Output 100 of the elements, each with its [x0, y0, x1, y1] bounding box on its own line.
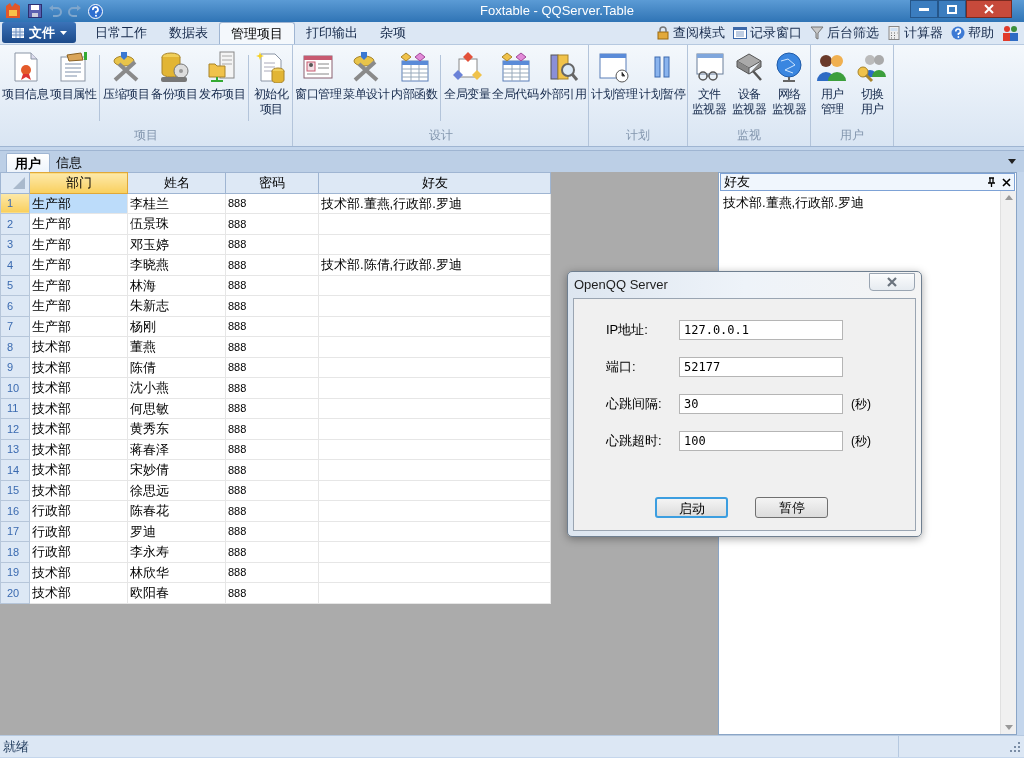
ribbon-tab[interactable]: 杂项 [369, 22, 417, 44]
row-header[interactable]: 20 [0, 582, 30, 603]
close-icon [886, 277, 898, 287]
users-icon[interactable] [1002, 25, 1020, 41]
input-field[interactable]: 52177 [679, 357, 843, 377]
ribbon-button[interactable]: 计划暂停 [638, 51, 686, 125]
table-cell: 888 [228, 443, 247, 455]
row-header[interactable]: 15 [0, 480, 30, 501]
grid-icon [11, 27, 24, 38]
table-cell: 888 [228, 402, 247, 414]
column-header[interactable]: 好友 [318, 172, 551, 193]
row-header[interactable]: 13 [0, 439, 30, 460]
ribbon-button[interactable]: 切换 用户 [852, 51, 892, 125]
row-header[interactable]: 6 [0, 295, 30, 316]
resize-grip-icon[interactable] [1010, 741, 1020, 752]
toolbar-link[interactable]: 计算器 [887, 23, 943, 43]
table-cell: 生产部 [32, 277, 71, 293]
maximize-button[interactable] [938, 0, 966, 18]
row-header[interactable]: 18 [0, 541, 30, 562]
input-field[interactable]: 100 [679, 431, 843, 451]
ribbon-button[interactable]: 外部引用 [539, 51, 587, 125]
row-header[interactable]: 4 [0, 254, 30, 275]
save-icon[interactable] [28, 4, 42, 18]
unit-label: (秒) [851, 396, 871, 413]
ribbon-button[interactable]: 项目信息 [1, 51, 49, 125]
row-header[interactable]: 14 [0, 459, 30, 480]
table-cell: 伍景珠 [130, 216, 169, 231]
scrollbar[interactable] [1000, 191, 1016, 734]
ribbon-button[interactable]: 设备 监视器 [729, 51, 769, 125]
table-cell: 技术部 [32, 462, 71, 477]
dialog-button[interactable]: 启动 [655, 497, 728, 518]
row-header[interactable]: 3 [0, 234, 30, 255]
app-logo-icon[interactable] [4, 2, 22, 20]
table-cell: 888 [228, 484, 247, 496]
ribbon-tab[interactable]: 日常工作 [84, 22, 158, 44]
ribbon-tab[interactable]: 打印输出 [295, 22, 369, 44]
ribbon-button[interactable]: 压缩项目 [102, 51, 150, 125]
shapes-icon [451, 51, 483, 83]
field-label: 心跳超时: [605, 432, 663, 451]
column-header[interactable]: 姓名 [127, 172, 226, 193]
close-button[interactable] [966, 0, 1012, 18]
ribbon-button[interactable]: 网络 监视器 [769, 51, 809, 125]
document-tab[interactable]: 信息 [50, 153, 88, 172]
table-cell: 行政部 [32, 523, 71, 539]
ribbon-button[interactable]: 项目属性 [49, 51, 97, 125]
document-tab[interactable]: 用户 [6, 153, 50, 172]
table-cell: 888 [228, 422, 247, 435]
ribbon-tab[interactable]: 管理项目 [219, 22, 295, 44]
pin-icon[interactable] [987, 177, 996, 187]
column-header[interactable]: 密码 [225, 172, 319, 193]
row-header[interactable]: 17 [0, 521, 30, 542]
ribbon-button[interactable]: 初始化 项目 [251, 51, 291, 125]
scroll-up-icon[interactable] [1004, 195, 1013, 200]
row-header[interactable]: 16 [0, 500, 30, 521]
server-icon [206, 51, 238, 83]
row-header[interactable]: 2 [0, 213, 30, 234]
ribbon-button[interactable]: 全局代码 [491, 51, 539, 125]
ribbon-button[interactable]: 用户 管理 [812, 51, 852, 125]
filter-icon [810, 26, 824, 40]
minimize-button[interactable] [910, 0, 938, 18]
ribbon-tab[interactable]: 数据表 [158, 22, 219, 44]
file-menu-button[interactable]: 文件 [2, 22, 76, 43]
input-field[interactable]: 127.0.0.1 [679, 320, 843, 340]
ribbon-button[interactable]: 计划管理 [590, 51, 638, 125]
ribbon-button[interactable]: 窗口管理 [294, 51, 342, 125]
help-icon[interactable] [88, 3, 103, 19]
ribbon-button[interactable]: 全局变量 [443, 51, 491, 125]
close-button[interactable] [869, 273, 915, 291]
dropdown-icon[interactable] [1008, 159, 1016, 164]
row-header[interactable]: 9 [0, 357, 30, 378]
ribbon-button[interactable]: 内部函数 [390, 51, 438, 125]
row-header[interactable]: 1 [0, 193, 30, 214]
ribbon-button[interactable]: 菜单设计 [342, 51, 390, 125]
dialog-button[interactable]: 暂停 [755, 497, 828, 518]
minimize-icon [919, 7, 929, 11]
row-header[interactable]: 11 [0, 398, 30, 419]
input-field[interactable]: 30 [679, 394, 843, 414]
row-header[interactable]: 19 [0, 562, 30, 583]
table-cell: 邓玉婷 [130, 236, 169, 252]
row-header[interactable]: 10 [0, 377, 30, 398]
row-header[interactable]: 12 [0, 418, 30, 439]
toolbar-link[interactable]: 后台筛选 [810, 23, 879, 43]
ribbon-button[interactable]: 文件 监视器 [689, 51, 729, 125]
toolbar-link[interactable]: 帮助 [951, 23, 994, 43]
table-cell: 888 [228, 586, 247, 599]
toolbar-link[interactable]: 记录窗口 [733, 23, 802, 43]
row-header[interactable]: 7 [0, 316, 30, 337]
field-label: IP地址: [605, 321, 649, 340]
ribbon-button[interactable]: 备份项目 [150, 51, 198, 125]
row-header[interactable]: 5 [0, 275, 30, 296]
window-title: Foxtable - QQServer.Table [480, 2, 634, 21]
toolbar-link[interactable]: 查阅模式 [656, 23, 725, 43]
row-header[interactable]: 8 [0, 336, 30, 357]
form-icon [733, 26, 747, 40]
group-label: 监视 [737, 127, 761, 144]
close-icon[interactable] [1002, 177, 1011, 187]
table-cell: 888 [228, 545, 247, 558]
column-header[interactable]: 部门 [29, 172, 128, 193]
ribbon-button[interactable]: 发布项目 [198, 51, 246, 125]
scroll-down-icon[interactable] [1004, 725, 1013, 730]
